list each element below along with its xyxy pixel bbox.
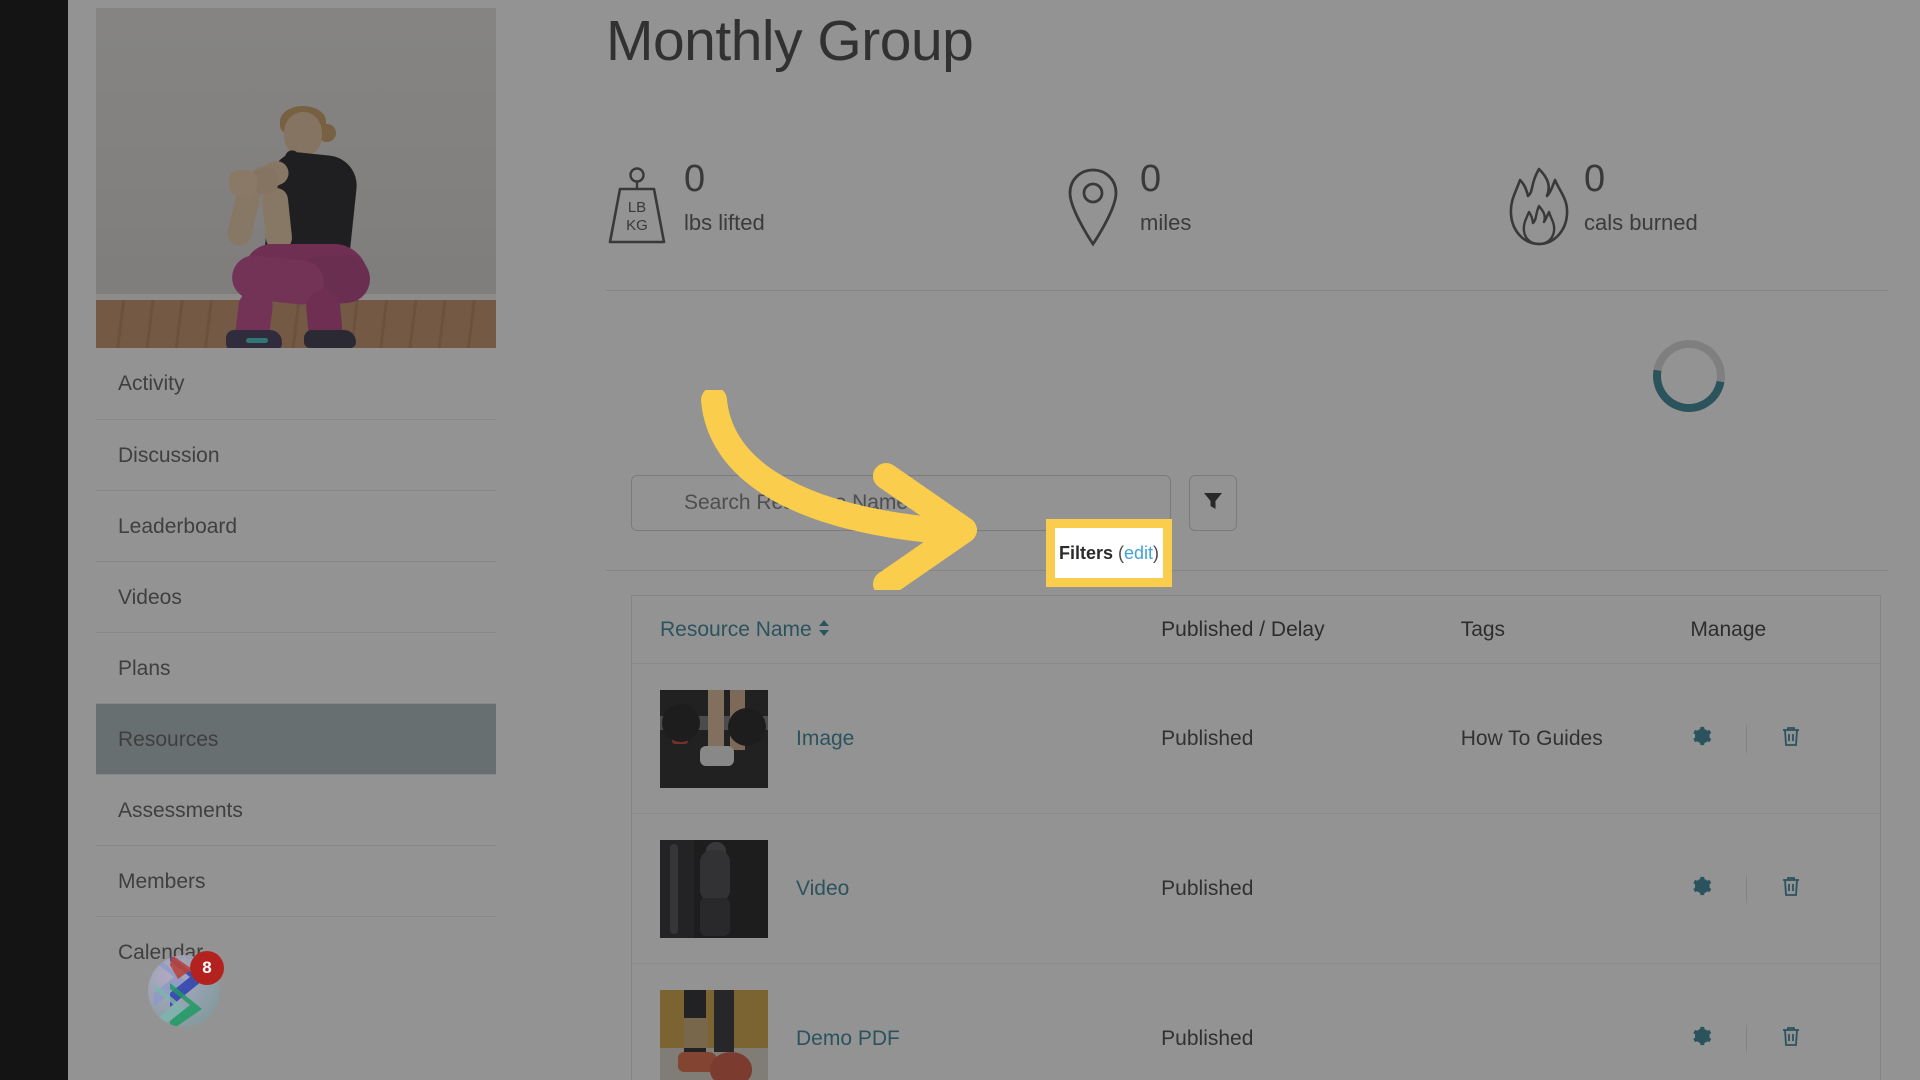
filters-popup[interactable]: Filters (edit) — [1046, 519, 1172, 587]
resource-thumbnail[interactable] — [660, 839, 768, 938]
gear-icon[interactable] — [1690, 1025, 1712, 1052]
manage-divider — [1746, 724, 1748, 753]
column-header-resource-name[interactable]: Resource Name — [660, 618, 830, 642]
published-status: Published — [1161, 726, 1254, 750]
stats-row: LB KG 0 lbs lifted 0 miles 0 cals burned — [606, 158, 1888, 272]
filter-button[interactable] — [1189, 475, 1237, 531]
svg-text:LB: LB — [628, 199, 646, 216]
annotation-arrow — [700, 387, 1040, 597]
column-header-manage: Manage — [1690, 617, 1767, 641]
stats-divider — [606, 290, 1888, 291]
manage-divider — [1746, 1024, 1748, 1053]
weight-icon: LB KG — [606, 166, 668, 248]
sidebar-item-label: Plans — [118, 657, 171, 680]
resource-thumbnail[interactable] — [660, 689, 768, 788]
published-status: Published — [1161, 1026, 1254, 1050]
chat-widget[interactable]: 8 — [148, 951, 224, 1027]
sidebar-item-label: Members — [118, 870, 206, 893]
resource-name-link[interactable]: Video — [796, 877, 849, 901]
table-header-row: Resource Name Published / Delay Tags Man… — [632, 596, 1880, 664]
loading-spinner — [1638, 325, 1740, 427]
gear-icon[interactable] — [1690, 725, 1712, 752]
column-header-published: Published / Delay — [1161, 617, 1325, 641]
sidebar-item-label: Resources — [118, 728, 219, 751]
table-row: Image Published How To Guides — [632, 664, 1880, 814]
resource-name-link[interactable]: Image — [796, 727, 854, 751]
sort-updown-icon — [818, 618, 830, 642]
map-pin-icon — [1062, 166, 1124, 248]
group-hero-image — [96, 8, 496, 348]
published-status: Published — [1161, 876, 1254, 900]
column-header-tags: Tags — [1460, 617, 1506, 641]
sidebar-item-discussion[interactable]: Discussion — [96, 419, 496, 490]
trash-icon[interactable] — [1781, 725, 1801, 752]
stat-label: cals burned — [1584, 210, 1698, 235]
stat-value: 0 — [1584, 158, 1606, 200]
sidebar-item-label: Leaderboard — [118, 515, 238, 538]
trash-icon[interactable] — [1781, 875, 1801, 902]
svg-text:KG: KG — [626, 217, 648, 234]
stat-label: miles — [1140, 210, 1192, 235]
gear-icon[interactable] — [1690, 875, 1712, 902]
funnel-icon — [1202, 490, 1224, 517]
stat-value: 0 — [684, 158, 706, 200]
sidebar-item-resources[interactable]: Resources — [96, 703, 496, 774]
stat-value: 0 — [1140, 158, 1162, 200]
table-row: Video Published — [632, 814, 1880, 964]
sidebar-nav: Activity Discussion Leaderboard Videos Plans… — [96, 348, 496, 987]
resource-name-link[interactable]: Demo PDF — [796, 1027, 900, 1051]
sidebar-item-assessments[interactable]: Assessments — [96, 774, 496, 845]
sidebar-item-label: Discussion — [118, 444, 220, 467]
resources-table: Resource Name Published / Delay Tags Man… — [631, 595, 1881, 1080]
sidebar-item-videos[interactable]: Videos — [96, 561, 496, 632]
table-row: Demo PDF Published — [632, 964, 1880, 1080]
filters-popup-text: Filters (edit) — [1058, 542, 1160, 563]
sidebar-item-label: Activity — [118, 372, 185, 395]
sidebar-item-members[interactable]: Members — [96, 845, 496, 916]
resource-thumbnail[interactable] — [660, 989, 768, 1080]
trash-icon[interactable] — [1781, 1025, 1801, 1052]
stat-label: lbs lifted — [684, 210, 765, 235]
screenshot-stage: Activity Discussion Leaderboard Videos Plans… — [0, 0, 1920, 1080]
page-title: Monthly Group — [606, 9, 974, 73]
sidebar-item-label: Videos — [118, 586, 182, 609]
sidebar-item-leaderboard[interactable]: Leaderboard — [96, 490, 496, 561]
sidebar-item-label: Assessments — [118, 799, 243, 822]
flame-icon — [1506, 166, 1569, 248]
manage-divider — [1746, 874, 1748, 903]
resource-tags: How To Guides — [1460, 726, 1603, 750]
notification-badge: 8 — [190, 951, 224, 985]
sidebar-item-plans[interactable]: Plans — [96, 632, 496, 703]
filters-edit-link[interactable]: edit — [1124, 543, 1153, 563]
group-sidebar: Activity Discussion Leaderboard Videos Plans… — [96, 0, 496, 1080]
sidebar-item-activity[interactable]: Activity — [96, 348, 496, 419]
